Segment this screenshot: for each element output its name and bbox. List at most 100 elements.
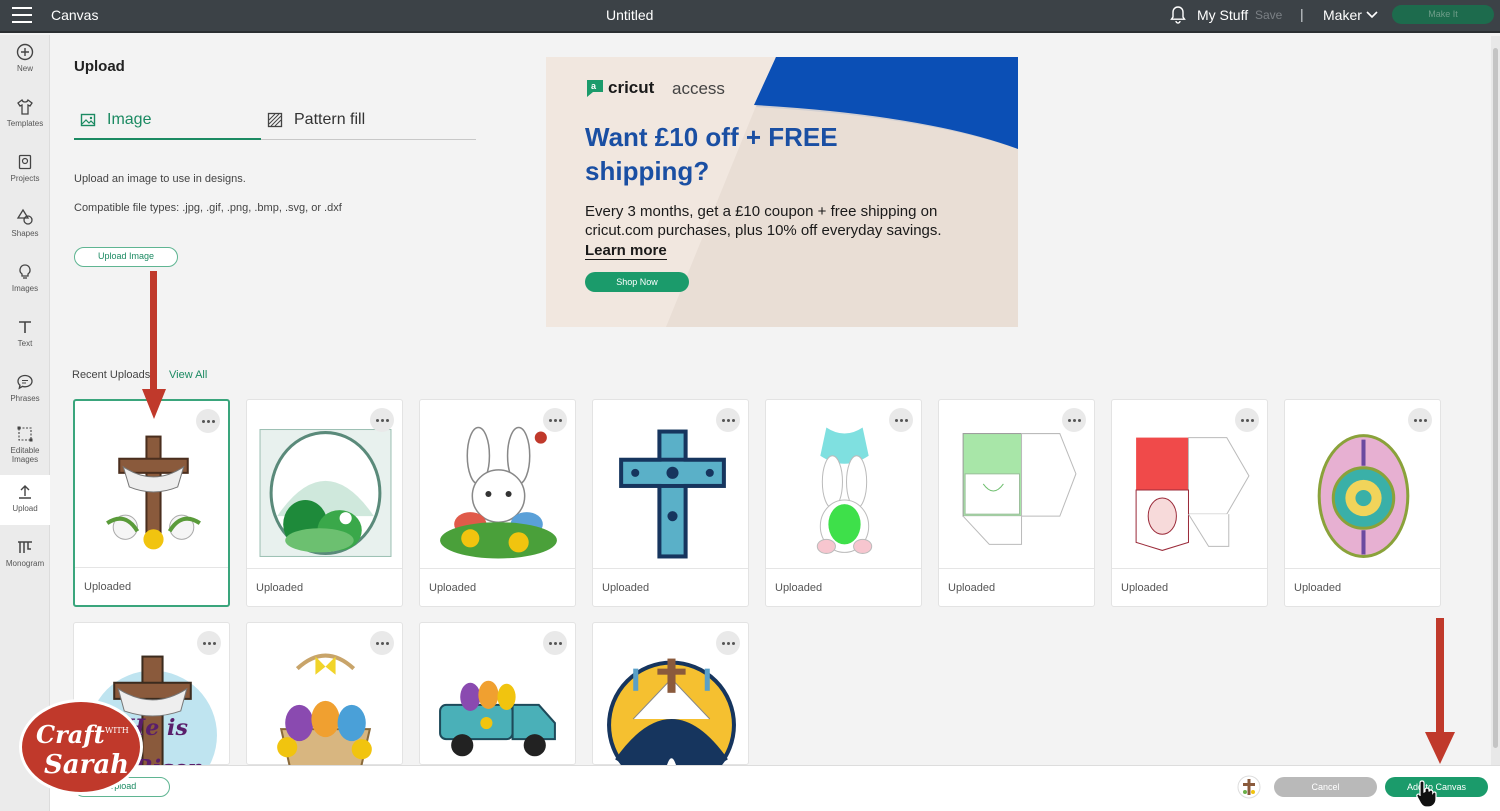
tab-image[interactable]: Image	[74, 108, 261, 140]
sidebar-item-label: New	[16, 64, 33, 73]
more-options-icon[interactable]	[1062, 408, 1086, 432]
more-options-icon[interactable]	[1235, 408, 1259, 432]
more-options-icon[interactable]	[716, 631, 740, 655]
machine-select[interactable]: Maker	[1323, 7, 1362, 23]
more-options-icon[interactable]	[197, 631, 221, 655]
app-title: Canvas	[51, 7, 99, 23]
upload-image-button[interactable]: Upload Image	[74, 247, 178, 267]
tab-pattern-fill[interactable]: Pattern fill	[261, 108, 476, 140]
upload-thumbnail-easter-cross-with-lilies	[106, 435, 201, 550]
sidebar-item-label: Images	[11, 284, 39, 293]
logo-with: WITH	[105, 726, 129, 735]
upload-card[interactable]: Uploaded	[938, 399, 1095, 607]
shop-now-button[interactable]: Shop Now	[585, 272, 689, 292]
document-title[interactable]: Untitled	[606, 7, 653, 23]
more-options-icon[interactable]	[196, 409, 220, 433]
more-options-icon[interactable]	[1408, 408, 1432, 432]
ad-body: Every 3 months, get a £10 coupon + free …	[585, 203, 942, 239]
left-sidebar: New Templates Projects Shapes Images Tex…	[0, 35, 50, 811]
upload-card[interactable]	[246, 622, 403, 783]
cancel-button[interactable]: Cancel	[1274, 777, 1377, 797]
panel-title: Upload	[74, 58, 125, 75]
upload-thumbnail-bunny-body-outline	[816, 427, 873, 554]
sidebar-item-text[interactable]: Text	[0, 318, 50, 348]
sidebar-item-label: Monogram	[5, 559, 45, 568]
more-options-icon[interactable]	[889, 408, 913, 432]
pattern-fill-icon	[267, 112, 283, 128]
chevron-down-icon[interactable]	[1366, 9, 1378, 21]
upload-caption: Uploaded	[420, 568, 575, 606]
text-icon	[19, 321, 31, 333]
upload-card[interactable]: Uploaded	[73, 399, 230, 607]
upload-card[interactable]: Uploaded	[765, 399, 922, 607]
sidebar-item-phrases[interactable]: Phrases	[0, 373, 50, 403]
sidebar-item-label: Text	[17, 339, 33, 348]
upload-description: Upload an image to use in designs.	[74, 173, 246, 185]
editable-images-icon	[17, 426, 33, 442]
upload-card[interactable]: Uploaded	[419, 399, 576, 607]
my-stuff-link[interactable]: My Stuff	[1197, 7, 1248, 23]
sidebar-item-label: Projects	[10, 174, 40, 183]
more-options-icon[interactable]	[370, 408, 394, 432]
tab-label: Pattern fill	[294, 111, 366, 128]
upload-caption: Uploaded	[766, 568, 921, 606]
upload-thumbnail-mandala-cross	[619, 429, 726, 559]
make-it-button[interactable]: Make It	[1392, 5, 1494, 24]
learn-more-link[interactable]: Learn more	[585, 242, 667, 260]
upload-thumbnail-bunny-with-flowers	[440, 426, 557, 559]
upload-card[interactable]	[419, 622, 576, 765]
sidebar-item-label: Upload	[12, 504, 38, 513]
view-all-link[interactable]: View All	[169, 369, 207, 381]
more-options-icon[interactable]	[543, 408, 567, 432]
top-bar: Canvas Untitled My Stuff Save | Maker Ma…	[0, 0, 1500, 33]
lightbulb-icon	[19, 264, 31, 279]
divider: |	[1300, 6, 1304, 22]
sidebar-item-images[interactable]: Images	[0, 263, 50, 293]
selected-upload-thumbnail	[1237, 775, 1261, 799]
sidebar-item-monogram[interactable]: Monogram	[0, 538, 50, 568]
sidebar-item-shapes[interactable]: Shapes	[0, 208, 50, 238]
upload-caption: Uploaded	[593, 568, 748, 606]
save-button[interactable]: Save	[1255, 8, 1282, 22]
hamburger-menu-icon[interactable]	[12, 7, 32, 23]
bell-icon[interactable]	[1170, 6, 1186, 24]
image-icon	[80, 113, 96, 127]
cricut-logo-icon: a	[587, 80, 603, 97]
vertical-scrollbar[interactable]	[1491, 36, 1500, 765]
sidebar-item-editable-images[interactable]: Editable Images	[0, 425, 50, 464]
sidebar-item-templates[interactable]: Templates	[0, 98, 50, 128]
upload-card[interactable]: Uploaded	[246, 399, 403, 607]
sidebar-item-label: Phrases	[10, 394, 40, 403]
upload-icon	[19, 485, 31, 499]
hand-cursor-icon	[1416, 780, 1437, 808]
ad-brand-sub: access	[672, 79, 725, 98]
upload-card[interactable]: Uploaded	[592, 399, 749, 607]
recent-uploads-label: Recent Uploads	[72, 369, 151, 381]
file-types-note: Compatible file types: .jpg, .gif, .png,…	[74, 202, 342, 214]
upload-thumbnail-red-envelope-template	[1135, 437, 1250, 551]
sidebar-item-label: Shapes	[11, 229, 39, 238]
upload-caption: Uploaded	[1285, 568, 1440, 606]
sidebar-item-upload[interactable]: Upload	[0, 475, 50, 525]
more-options-icon[interactable]	[716, 408, 740, 432]
scrollbar-thumb[interactable]	[1493, 48, 1498, 748]
upload-caption: Uploaded	[247, 568, 402, 606]
sidebar-item-projects[interactable]: Projects	[0, 153, 50, 183]
tab-label: Image	[107, 111, 152, 128]
monogram-icon	[18, 541, 32, 553]
upload-thumbnail-mandala-easter-egg	[1317, 434, 1410, 558]
more-options-icon[interactable]	[370, 631, 394, 655]
upload-card[interactable]: Uploaded	[1111, 399, 1268, 607]
ad-brand: cricut	[608, 78, 655, 97]
upload-card[interactable]: Uploaded	[1284, 399, 1441, 607]
logo-line2: Sarah	[44, 750, 130, 780]
sidebar-item-label: Editable Images	[10, 446, 40, 464]
cricut-access-ad[interactable]: a cricut access Want £10 off + FREE ship…	[546, 57, 1018, 327]
sidebar-item-new[interactable]: New	[0, 43, 50, 73]
upload-caption: Uploaded	[75, 567, 228, 605]
more-options-icon[interactable]	[543, 631, 567, 655]
sidebar-item-label: Templates	[6, 119, 44, 128]
speech-bubble-icon	[17, 374, 33, 390]
upload-card[interactable]	[592, 622, 749, 787]
upload-thumbnail-green-envelope-template	[962, 433, 1077, 545]
